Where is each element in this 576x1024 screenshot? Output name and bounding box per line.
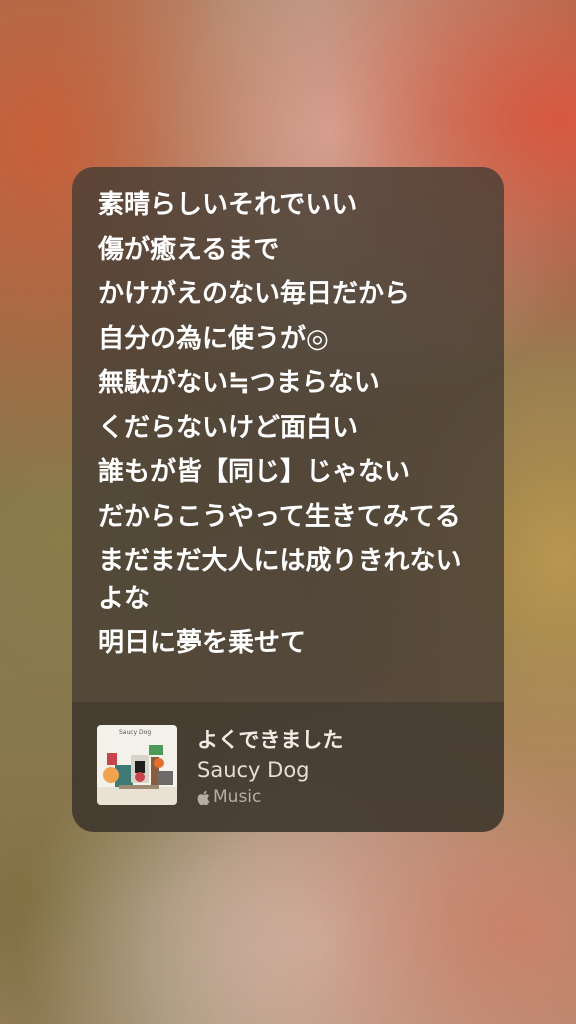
lyric-line: 自分の為に使うが◎ [98, 323, 329, 354]
lyrics-share-card: 素晴らしいそれでいい 傷が癒えるまで かけがえのない毎日だから 自分の為に使うが… [72, 167, 504, 832]
service-name: Music [213, 787, 262, 807]
service-label: Music [197, 785, 487, 809]
apple-icon [197, 789, 211, 806]
lyric-line: まだまだ大人には成りきれないよな [98, 546, 462, 614]
lyric-line: 明日に夢を乗せて [98, 628, 307, 658]
lyric-line: かけがえのない毎日だから [98, 279, 411, 309]
song-title: よくできました [197, 728, 344, 752]
album-artwork-illustration [97, 745, 177, 805]
album-artwork-label: Saucy Dog [119, 729, 152, 736]
lyric-line: 誰もが皆【同じ】じゃない [98, 457, 411, 487]
artist-name: Saucy Dog [197, 758, 310, 782]
lyric-line: だからこうやって生きてみてる [98, 501, 461, 532]
track-meta: よくできました Saucy Dog Music [197, 725, 487, 809]
lyrics-block: 素晴らしいそれでいい 傷が癒えるまで かけがえのない毎日だから 自分の為に使うが… [98, 187, 486, 702]
lyric-line: 無駄がない≒つまらない [98, 368, 380, 398]
album-artwork: Saucy Dog [97, 725, 177, 805]
lyric-line: 傷が癒えるまで [98, 234, 280, 265]
lyric-line: くだらないけど面白い [98, 412, 359, 443]
lyric-line: 素晴らしいそれでいい [98, 190, 358, 220]
